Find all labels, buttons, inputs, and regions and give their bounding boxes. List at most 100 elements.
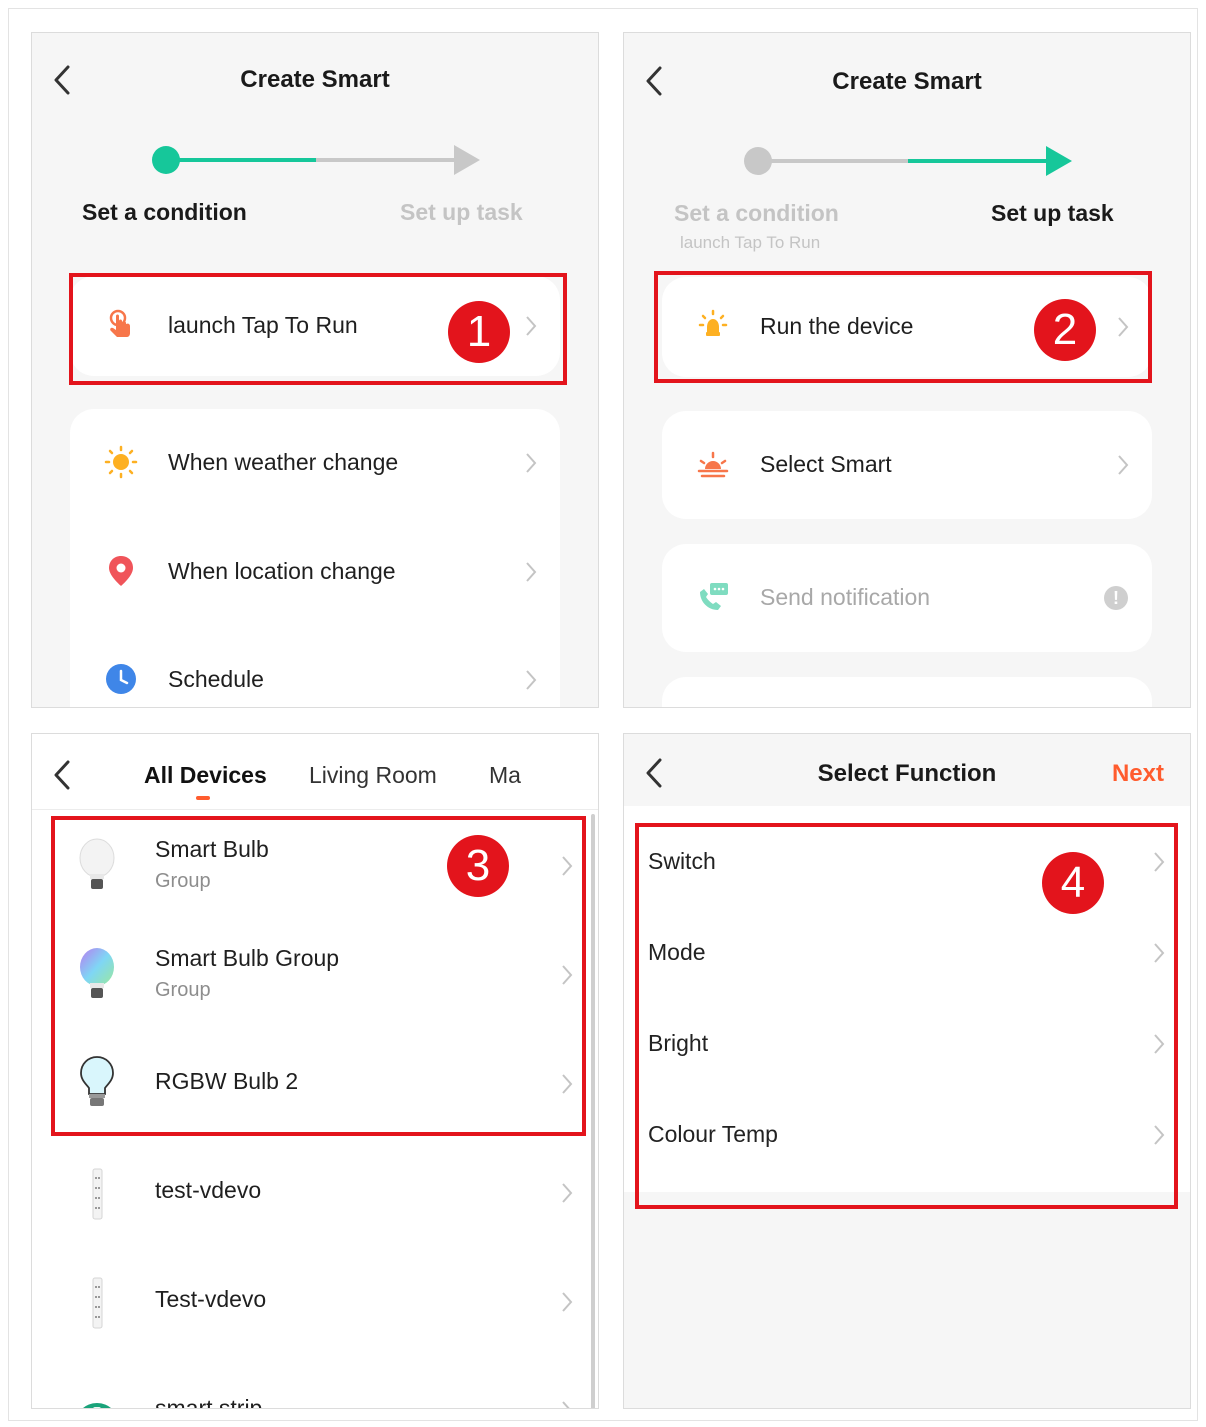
step-label-task: Set up task [991, 200, 1114, 226]
chevron-right-icon [1152, 1032, 1166, 1056]
device-type: Group [155, 979, 211, 1001]
row-label: Select Smart [760, 451, 892, 477]
chevron-right-icon [1116, 315, 1130, 339]
select-smart-card: Select Smart [662, 411, 1152, 519]
more-options-card [662, 677, 1152, 707]
chevron-right-icon [560, 1072, 574, 1096]
condition-options-card: When weather change When location change… [70, 409, 560, 707]
function-label: Mode [648, 939, 706, 965]
arrow-right-icon [454, 145, 480, 175]
device-row[interactable]: Test-vdevo [32, 1248, 592, 1356]
function-label: Switch [648, 848, 716, 874]
chevron-right-icon [1152, 941, 1166, 965]
chevron-right-icon [524, 451, 538, 475]
step-number-badge: 1 [448, 301, 510, 363]
schedule-row[interactable]: Schedule [70, 630, 560, 707]
send-notification-card: Send notification ! [662, 544, 1152, 652]
device-row[interactable]: test-vdevo [32, 1139, 592, 1247]
tab-all-devices[interactable]: All Devices [144, 762, 267, 789]
bulb-device-icon [696, 309, 730, 343]
sun-icon [104, 445, 138, 479]
step-number-badge: 2 [1034, 299, 1096, 361]
step-number-badge: 3 [447, 835, 509, 897]
step-number-badge: 4 [1042, 852, 1104, 914]
function-list: Switch Mode Bright Colour Temp [624, 806, 1190, 1192]
room-tabs: All Devices Living Room Ma [32, 734, 598, 810]
select-function-screen: Select Function Next Switch Mode Bright … [623, 733, 1191, 1409]
step-progress [150, 145, 490, 175]
row-label: Send notification [760, 584, 931, 610]
location-pin-icon [104, 554, 138, 588]
location-change-row[interactable]: When location change [70, 522, 560, 622]
function-row-switch[interactable]: Switch [624, 814, 1190, 905]
page-title: Select Function [817, 760, 997, 787]
weather-change-row[interactable]: When weather change [70, 413, 560, 513]
tab-master-room[interactable]: Ma [489, 762, 521, 789]
progress-line-active [164, 158, 316, 162]
scrollbar[interactable] [591, 814, 595, 1408]
smart-strip-icon [76, 1381, 118, 1408]
chevron-right-icon [524, 668, 538, 692]
device-row[interactable]: Smart Bulb Group Group [32, 921, 592, 1029]
power-strip-icon [76, 1163, 118, 1223]
device-row[interactable]: smart strip [32, 1357, 592, 1409]
step-dot-active [152, 146, 180, 174]
row-label: When location change [168, 558, 396, 584]
device-name: RGBW Bulb 2 [155, 1068, 299, 1094]
select-smart-row[interactable]: Select Smart [662, 415, 1152, 515]
row-label: When weather change [168, 449, 399, 475]
chevron-right-icon [1152, 1123, 1166, 1147]
progress-line-inactive [316, 158, 456, 162]
step-label-task: Set up task [400, 199, 523, 225]
tap-hand-icon [104, 308, 138, 342]
chevron-right-icon [1152, 850, 1166, 874]
tab-living-room[interactable]: Living Room [309, 762, 437, 789]
device-row[interactable]: RGBW Bulb 2 [32, 1030, 592, 1138]
create-smart-condition-screen: Create Smart Set a condition Set up task… [31, 32, 599, 708]
function-row-bright[interactable]: Bright [624, 996, 1190, 1087]
back-button[interactable] [50, 758, 74, 792]
chevron-right-icon [560, 1181, 574, 1205]
device-name: test-vdevo [155, 1177, 262, 1203]
page-title: Create Smart [240, 66, 390, 93]
arrow-right-icon [1046, 146, 1072, 176]
send-notification-row[interactable]: Send notification ! [662, 548, 1152, 648]
step-dot-done [744, 147, 772, 175]
function-row-mode[interactable]: Mode [624, 905, 1190, 996]
progress-line-done [756, 159, 908, 163]
row-label: Run the device [760, 313, 914, 339]
device-name: Smart Bulb [155, 836, 269, 862]
blue-bulb-icon [76, 1054, 118, 1114]
create-smart-task-screen: Create Smart Set a condition launch Tap … [623, 32, 1191, 708]
notification-phone-icon [696, 580, 730, 614]
active-tab-indicator [196, 796, 210, 800]
function-label: Colour Temp [648, 1121, 778, 1147]
page-title: Create Smart [832, 68, 982, 95]
chevron-right-icon [1116, 453, 1130, 477]
chevron-right-icon [560, 854, 574, 878]
chevron-right-icon [524, 314, 538, 338]
step-progress [742, 146, 1082, 176]
device-name: Smart Bulb Group [155, 945, 340, 971]
rgb-bulb-icon [76, 945, 118, 1005]
device-name: smart strip [155, 1395, 263, 1409]
chevron-right-icon [560, 1399, 574, 1408]
clock-icon [104, 662, 138, 696]
white-bulb-icon [76, 836, 118, 896]
step-label-condition: Set a condition [674, 200, 839, 226]
step-label-condition: Set a condition [82, 199, 247, 225]
device-name: Test-vdevo [155, 1286, 267, 1312]
chevron-left-icon [54, 760, 70, 790]
row-label: launch Tap To Run [168, 312, 358, 338]
chevron-right-icon [524, 560, 538, 584]
chevron-right-icon [560, 1290, 574, 1314]
function-label: Bright [648, 1030, 709, 1056]
step-sublabel: launch Tap To Run [680, 233, 821, 252]
next-button[interactable]: Next [1112, 760, 1164, 788]
header: Select Function Next [624, 734, 1190, 806]
progress-line-active [908, 159, 1048, 163]
sunrise-icon [696, 447, 730, 481]
info-warning-icon[interactable]: ! [1104, 586, 1128, 610]
device-list-screen: All Devices Living Room Ma Smart Bulb Gr… [31, 733, 599, 1409]
function-row-colour-temp[interactable]: Colour Temp [624, 1087, 1190, 1178]
